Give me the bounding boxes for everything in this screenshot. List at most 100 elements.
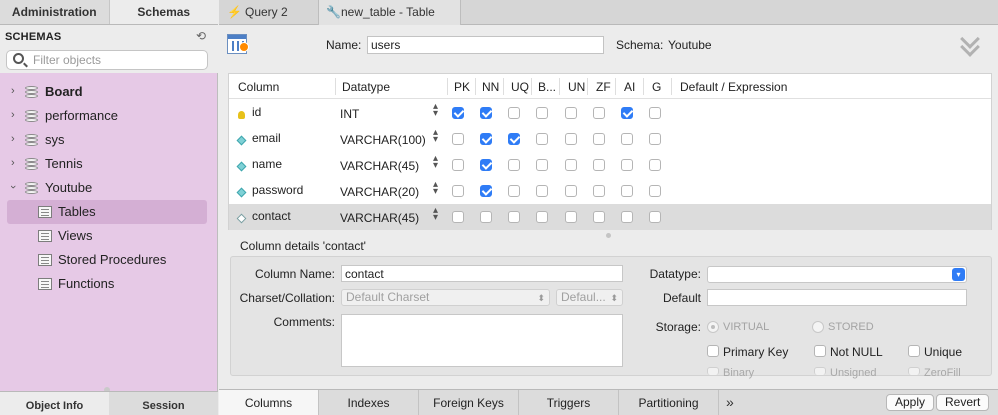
flag-checkbox-un[interactable] — [565, 211, 577, 223]
flag-checkbox-pk[interactable] — [452, 185, 464, 197]
flag-checkbox-un[interactable] — [565, 133, 577, 145]
flag-checkbox-g[interactable] — [649, 133, 661, 145]
flag-checkbox-nn[interactable] — [480, 185, 492, 197]
chevron-right-icon[interactable]: › — [11, 109, 15, 121]
flag-checkbox-b[interactable] — [536, 211, 548, 223]
table-row[interactable]: contact VARCHAR(45) ▴ ▾ — [229, 204, 991, 230]
flag-checkbox-nn[interactable] — [480, 159, 492, 171]
binary-checkbox[interactable] — [707, 367, 719, 375]
datatype-stepper-icon[interactable]: ▴ ▾ — [433, 180, 438, 197]
tree-item-functions[interactable]: Functions — [0, 272, 218, 296]
column-name-cell[interactable]: email — [252, 131, 281, 145]
tab-session[interactable]: Session — [109, 392, 218, 415]
flag-checkbox-b[interactable] — [536, 107, 548, 119]
flag-checkbox-b[interactable] — [536, 159, 548, 171]
filter-box[interactable] — [6, 50, 208, 70]
flag-checkbox-uq[interactable] — [508, 211, 520, 223]
tree-item-performance[interactable]: › performance — [0, 104, 218, 128]
datatype-stepper-icon[interactable]: ▴ ▾ — [433, 102, 438, 119]
chevron-right-icon[interactable]: › — [11, 157, 15, 169]
filter-objects-input[interactable] — [33, 53, 203, 67]
tab-indexes[interactable]: Indexes — [319, 390, 419, 415]
column-name-cell[interactable]: id — [252, 105, 261, 119]
flag-checkbox-zf[interactable] — [593, 159, 605, 171]
table-row[interactable]: id INT ▴ ▾ — [229, 100, 991, 126]
header-nn[interactable]: NN — [482, 80, 499, 94]
tree-item-stored-procedures[interactable]: Stored Procedures — [0, 248, 218, 272]
datatype-cell[interactable]: VARCHAR(100) — [340, 133, 426, 147]
header-zf[interactable]: ZF — [596, 80, 611, 94]
table-row[interactable]: name VARCHAR(45) ▴ ▾ — [229, 152, 991, 178]
tab-columns[interactable]: Columns — [219, 390, 319, 415]
flag-checkbox-g[interactable] — [649, 159, 661, 171]
tab-schemas[interactable]: Schemas — [108, 0, 218, 24]
flag-checkbox-ai[interactable] — [621, 159, 633, 171]
chevron-down-icon[interactable]: › — [7, 185, 19, 189]
flag-checkbox-ai[interactable] — [621, 107, 633, 119]
comments-textarea[interactable] — [341, 314, 623, 367]
flag-checkbox-g[interactable] — [649, 185, 661, 197]
stored-radio[interactable] — [812, 321, 824, 333]
dropdown-arrow-icon[interactable]: ▾ — [952, 268, 965, 281]
charset-select[interactable]: Default Charset ⬍ — [341, 289, 550, 306]
flag-checkbox-b[interactable] — [536, 133, 548, 145]
flag-checkbox-uq[interactable] — [508, 159, 520, 171]
tree-item-views[interactable]: Views — [0, 224, 218, 248]
flag-checkbox-un[interactable] — [565, 185, 577, 197]
datatype-stepper-icon[interactable]: ▴ ▾ — [433, 154, 438, 171]
header-un[interactable]: UN — [568, 80, 585, 94]
flag-checkbox-uq[interactable] — [508, 185, 520, 197]
header-datatype[interactable]: Datatype — [342, 80, 390, 94]
flag-checkbox-un[interactable] — [565, 107, 577, 119]
tab-partitioning[interactable]: Partitioning — [619, 390, 719, 415]
virtual-radio[interactable] — [707, 321, 719, 333]
tab-query-2[interactable]: ⚡ Query 2 — [219, 0, 319, 25]
datatype-stepper-icon[interactable]: ▴ ▾ — [433, 206, 438, 223]
tree-item-youtube[interactable]: › Youtube — [0, 176, 218, 200]
more-tabs-icon[interactable]: » — [726, 394, 734, 410]
header-default-expression[interactable]: Default / Expression — [680, 80, 787, 94]
tree-item-sys[interactable]: › sys — [0, 128, 218, 152]
header-column[interactable]: Column — [238, 80, 279, 94]
flag-checkbox-pk[interactable] — [452, 107, 464, 119]
flag-checkbox-ai[interactable] — [621, 133, 633, 145]
tab-foreign-keys[interactable]: Foreign Keys — [419, 390, 519, 415]
flag-checkbox-pk[interactable] — [452, 133, 464, 145]
datatype-cell[interactable]: VARCHAR(20) — [340, 185, 419, 199]
splitter-handle[interactable] — [606, 233, 611, 238]
flag-checkbox-zf[interactable] — [593, 133, 605, 145]
column-name-cell[interactable]: contact — [252, 209, 291, 223]
header-ai[interactable]: AI — [624, 80, 635, 94]
column-name-cell[interactable]: name — [252, 157, 282, 171]
tab-new-table[interactable]: 🔧 new_table - Table — [319, 0, 461, 25]
not-null-checkbox[interactable] — [814, 345, 826, 357]
zerofill-checkbox[interactable] — [908, 367, 920, 375]
apply-button[interactable]: Apply — [886, 394, 935, 411]
datatype-cell[interactable]: VARCHAR(45) — [340, 159, 419, 173]
column-name-cell[interactable]: password — [252, 183, 303, 197]
header-binary[interactable]: B... — [538, 80, 556, 94]
collapse-double-chevron-icon[interactable] — [960, 34, 980, 56]
flag-checkbox-zf[interactable] — [593, 185, 605, 197]
flag-checkbox-pk[interactable] — [452, 211, 464, 223]
flag-checkbox-nn[interactable] — [480, 211, 492, 223]
tree-item-tennis[interactable]: › Tennis — [0, 152, 218, 176]
flag-checkbox-b[interactable] — [536, 185, 548, 197]
flag-checkbox-un[interactable] — [565, 159, 577, 171]
flag-checkbox-ai[interactable] — [621, 185, 633, 197]
table-row[interactable]: email VARCHAR(100) ▴ ▾ — [229, 126, 991, 152]
flag-checkbox-nn[interactable] — [480, 107, 492, 119]
chevron-right-icon[interactable]: › — [11, 85, 15, 97]
tab-triggers[interactable]: Triggers — [519, 390, 619, 415]
refresh-icon[interactable]: ⟲ — [196, 29, 206, 43]
revert-button[interactable]: Revert — [936, 394, 990, 411]
datatype-stepper-icon[interactable]: ▴ ▾ — [433, 128, 438, 145]
primary-key-checkbox[interactable] — [707, 345, 719, 357]
flag-checkbox-g[interactable] — [649, 107, 661, 119]
header-uq[interactable]: UQ — [511, 80, 529, 94]
flag-checkbox-uq[interactable] — [508, 133, 520, 145]
tab-object-info[interactable]: Object Info — [0, 392, 109, 415]
datatype-select[interactable]: ▾ — [707, 266, 967, 283]
datatype-cell[interactable]: INT — [340, 107, 359, 121]
chevron-right-icon[interactable]: › — [11, 133, 15, 145]
